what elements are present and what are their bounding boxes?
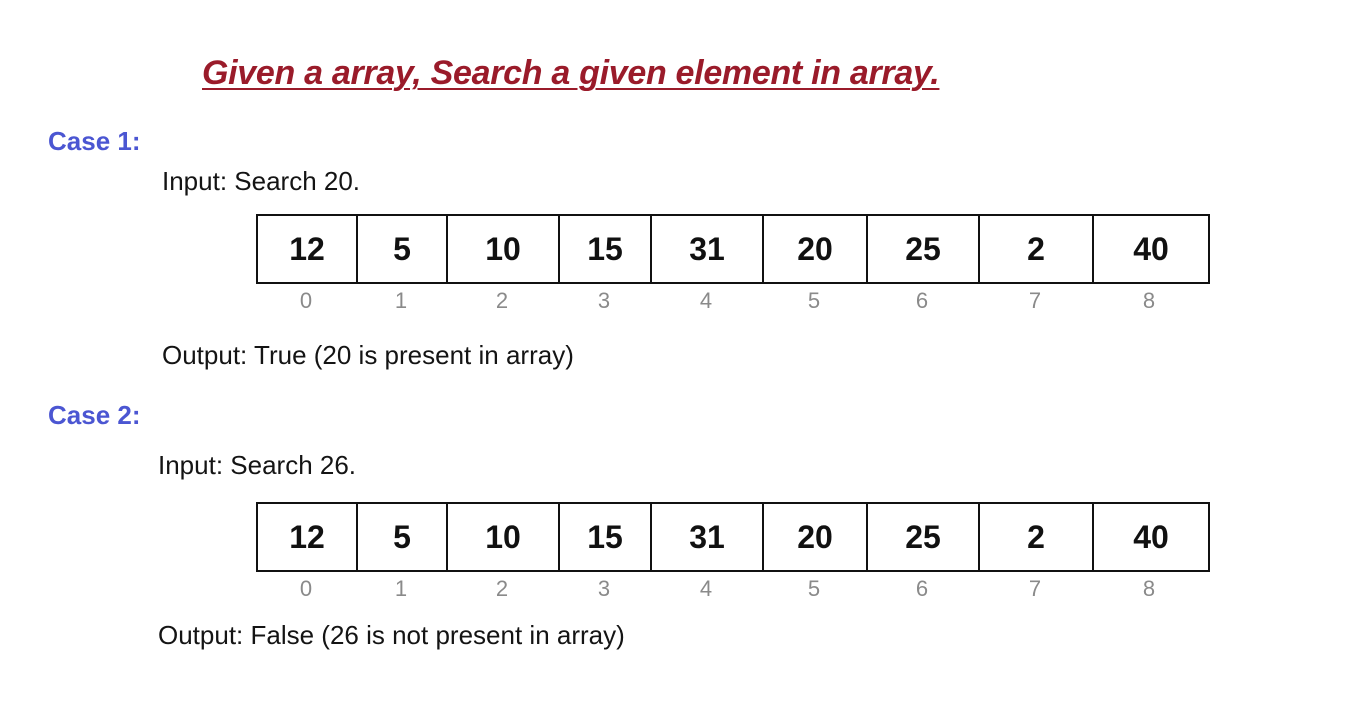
array-index: 5 xyxy=(807,288,821,313)
array-cell: 12 xyxy=(258,216,358,282)
array-cell: 40 xyxy=(1133,230,1169,267)
case-2-label: Case 2: xyxy=(48,400,141,430)
array-cell: 15 xyxy=(560,504,652,570)
array-cell: 31 xyxy=(652,504,764,570)
array-cell: 2 xyxy=(980,216,1094,282)
case-2-array-indices: 0 1 2 3 4 5 6 7 8 xyxy=(256,572,1210,606)
case-2-array-cells: 12 5 10 15 31 20 25 2 40 xyxy=(256,502,1210,572)
array-cell: 10 xyxy=(448,216,560,282)
page-title: Given a array, Search a given element in… xyxy=(202,54,940,92)
array-index: 1 xyxy=(394,288,408,313)
array-index: 3 xyxy=(597,288,611,313)
array-cell: 40 xyxy=(1133,518,1169,555)
array-cell: 5 xyxy=(358,216,448,282)
array-cell: 20 xyxy=(764,216,868,282)
array-index: 6 xyxy=(915,576,929,601)
array-index: 4 xyxy=(699,576,713,601)
array-index: 3 xyxy=(597,576,611,601)
case-1-array: 12 5 10 15 31 20 25 2 40 0 1 2 3 4 5 6 7… xyxy=(256,214,1210,318)
array-cell: 5 xyxy=(358,504,448,570)
case-1-output: Output: True (20 is present in array) xyxy=(162,340,574,370)
case-2-array: 12 5 10 15 31 20 25 2 40 0 1 2 3 4 5 6 7… xyxy=(256,502,1210,606)
array-index: 8 xyxy=(1142,576,1156,601)
array-index: 8 xyxy=(1142,288,1156,313)
case-1-array-indices: 0 1 2 3 4 5 6 7 8 xyxy=(256,284,1210,318)
array-index: 0 xyxy=(299,576,313,601)
case-2-output: Output: False (26 is not present in arra… xyxy=(158,620,625,650)
array-index: 7 xyxy=(1028,576,1042,601)
array-cell: 15 xyxy=(560,216,652,282)
case-1-input: Input: Search 20. xyxy=(162,166,361,196)
array-index: 6 xyxy=(915,288,929,313)
array-cell: 12 xyxy=(258,504,358,570)
array-cell: 20 xyxy=(764,504,868,570)
array-cell: 31 xyxy=(652,216,764,282)
array-index: 7 xyxy=(1028,288,1042,313)
case-2-input: Input: Search 26. xyxy=(158,450,357,480)
array-index: 4 xyxy=(699,288,713,313)
array-index: 5 xyxy=(807,576,821,601)
array-cell: 25 xyxy=(868,504,980,570)
case-1-array-cells: 12 5 10 15 31 20 25 2 40 xyxy=(256,214,1210,284)
array-index: 0 xyxy=(299,288,313,313)
array-index: 2 xyxy=(495,576,509,601)
array-index: 1 xyxy=(394,576,408,601)
array-cell: 25 xyxy=(868,216,980,282)
array-cell: 2 xyxy=(980,504,1094,570)
array-cell: 10 xyxy=(448,504,560,570)
array-index: 2 xyxy=(495,288,509,313)
case-1-label: Case 1: xyxy=(48,126,141,156)
